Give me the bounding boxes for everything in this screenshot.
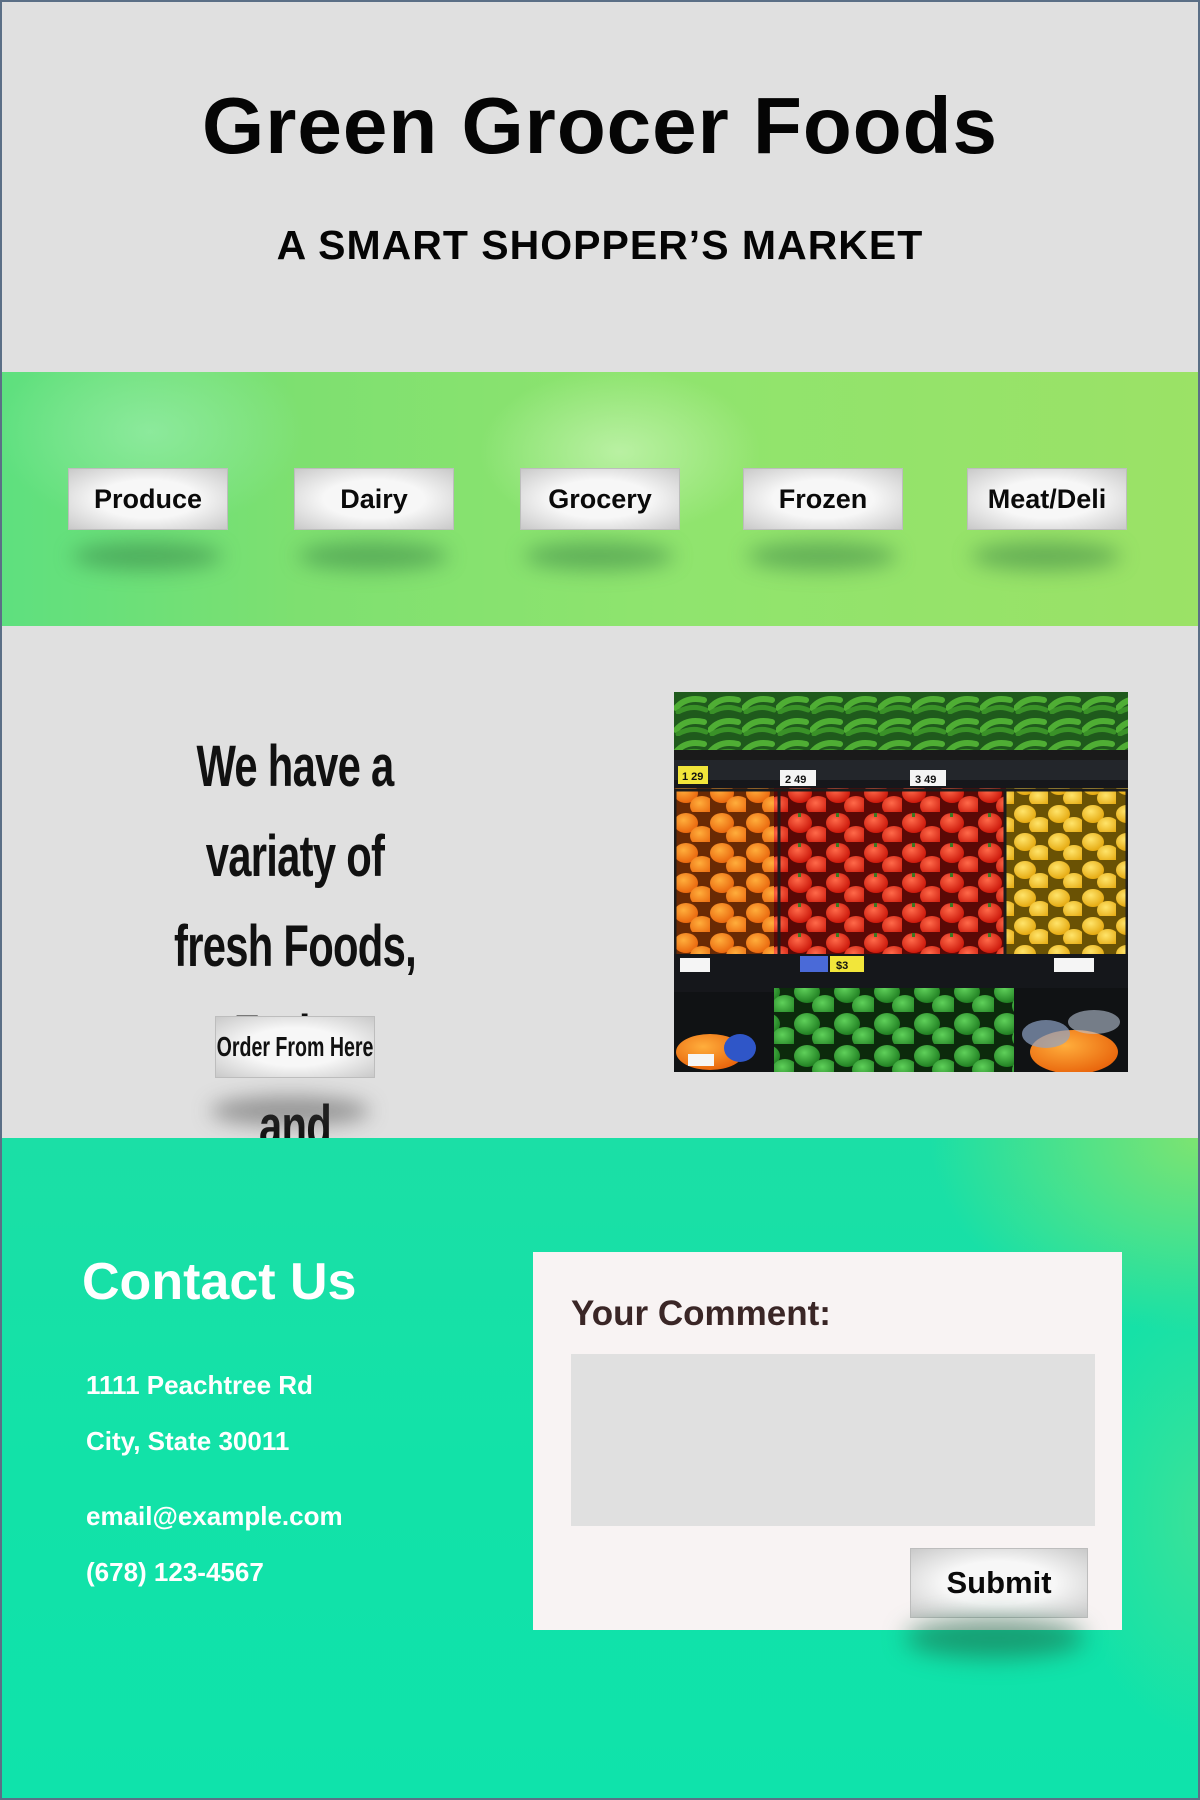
produce-photo-illustration: 1 29 2 49 3 49 $3 — [674, 692, 1128, 1072]
button-shadow — [524, 542, 674, 570]
button-shadow — [298, 542, 448, 570]
price-tag-label: 3 49 — [915, 774, 936, 786]
category-nav: Produce Dairy Grocery Frozen Meat/Deli — [0, 372, 1200, 626]
price-tag — [1054, 958, 1094, 972]
site-tagline: A SMART SHOPPER’S MARKET — [276, 222, 924, 268]
contact-section: Contact Us 1111 Peachtree Rd City, State… — [0, 1138, 1200, 1800]
price-tag — [800, 956, 828, 972]
order-button[interactable]: Order From Here — [215, 1016, 375, 1078]
price-tag-label: 1 29 — [682, 771, 703, 783]
contact-email[interactable]: email@example.com — [86, 1501, 343, 1532]
order-button-label: Order From Here — [216, 1031, 374, 1062]
address-line-2: City, State 30011 — [86, 1426, 290, 1456]
comment-label: Your Comment: — [571, 1294, 831, 1333]
comment-form: Your Comment: Submit — [533, 1252, 1122, 1630]
price-tag-label: $3 — [836, 960, 848, 972]
price-tag-label: 2 49 — [785, 774, 806, 786]
nav-button-meat-deli[interactable]: Meat/Deli — [967, 468, 1127, 530]
site-title: Green Grocer Foods — [202, 81, 998, 170]
contact-phone[interactable]: (678) 123-4567 — [86, 1557, 264, 1588]
button-shadow — [905, 1618, 1085, 1658]
nav-button-produce[interactable]: Produce — [68, 468, 228, 530]
promo-text-line: We have a variaty of — [196, 734, 394, 889]
site-header: Green Grocer Foods A SMART SHOPPER’S MAR… — [0, 0, 1200, 372]
contact-title: Contact Us — [82, 1253, 357, 1311]
nav-button-grocery[interactable]: Grocery — [520, 468, 680, 530]
button-shadow — [747, 542, 897, 570]
comment-textarea[interactable] — [571, 1354, 1095, 1526]
button-shadow — [210, 1096, 370, 1126]
button-shadow — [72, 542, 222, 570]
button-shadow — [971, 542, 1121, 570]
nav-button-dairy[interactable]: Dairy — [294, 468, 454, 530]
price-tag — [680, 958, 710, 972]
address-line-1: 1111 Peachtree Rd — [86, 1370, 313, 1400]
nav-button-frozen[interactable]: Frozen — [743, 468, 903, 530]
produce-photo: 1 29 2 49 3 49 $3 — [674, 692, 1128, 1072]
submit-button[interactable]: Submit — [910, 1548, 1088, 1618]
